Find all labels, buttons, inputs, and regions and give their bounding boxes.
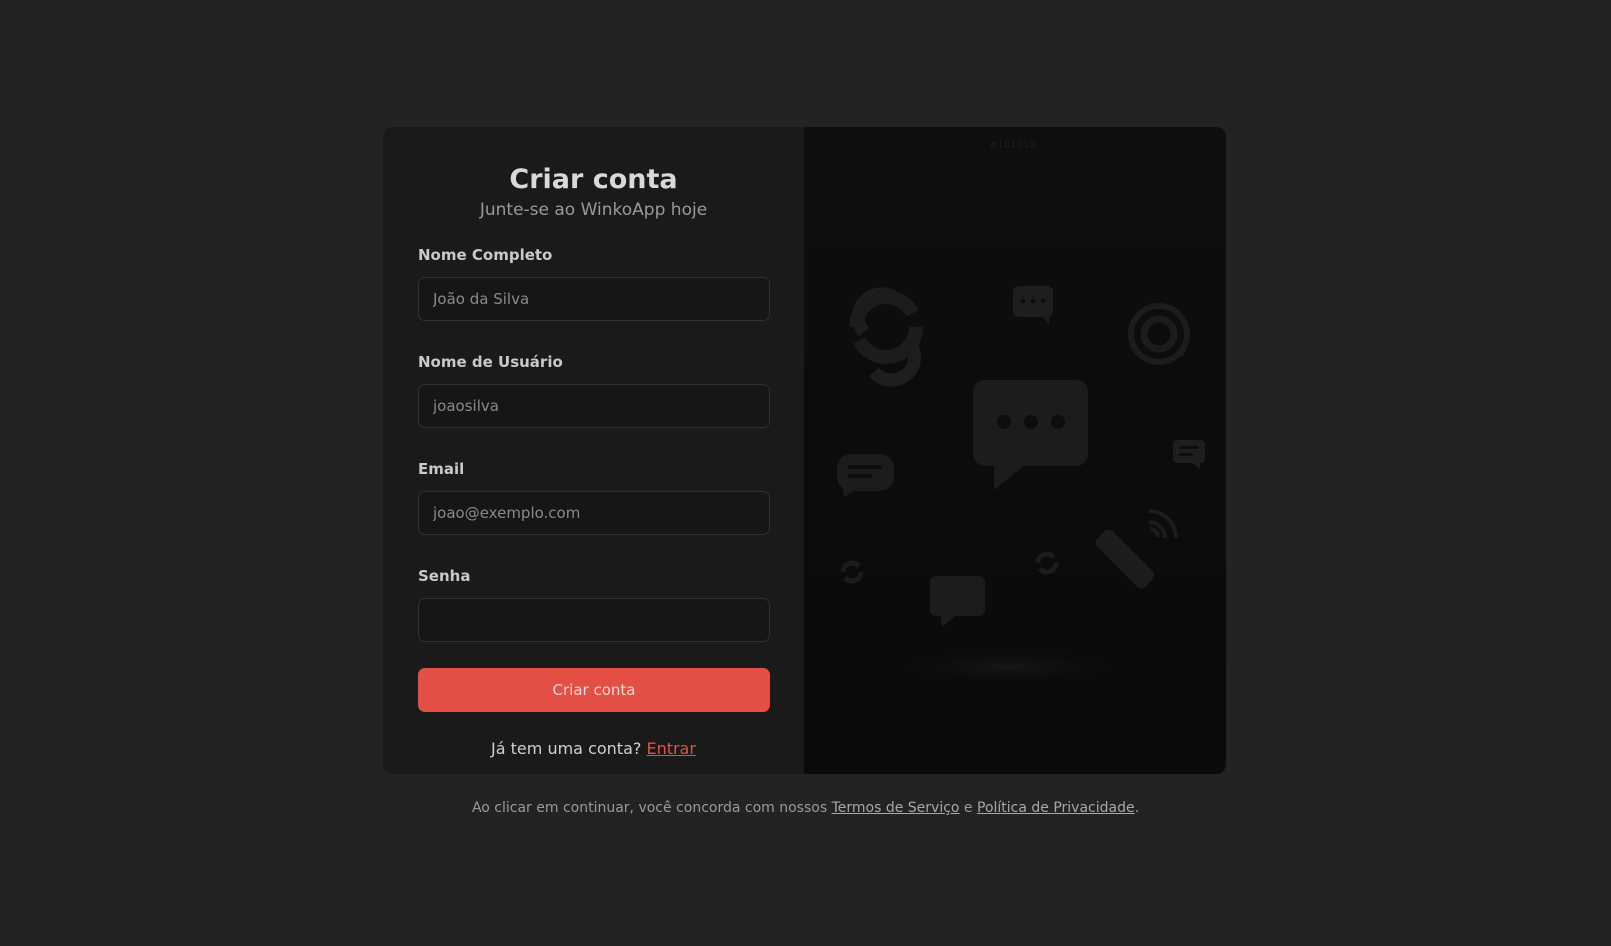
- login-prompt: Já tem uma conta? Entrar: [418, 739, 769, 758]
- password-group: Senha: [418, 566, 770, 642]
- page-title: Criar conta: [509, 164, 678, 195]
- terms-link[interactable]: Termos de Serviço: [832, 800, 960, 816]
- chat-bubble-icon: [1013, 286, 1053, 324]
- footer-prefix: Ao clicar em continuar, você concorda co…: [471, 800, 828, 816]
- illustration: [837, 286, 1205, 685]
- username-label: Nome de Usuário: [418, 353, 563, 371]
- footer-conjunction: e: [963, 800, 973, 816]
- page-subtitle: Junte-se ao WinkoApp hoje: [479, 200, 708, 220]
- message-icon: [837, 454, 894, 497]
- chat-bubble-large-icon: [973, 380, 1088, 490]
- message-small-icon: [1173, 440, 1205, 469]
- full-name-group: Nome Completo: [418, 245, 770, 321]
- illustration-panel: #101010: [804, 127, 1226, 774]
- refresh-small-icon: [840, 560, 864, 584]
- username-input[interactable]: [418, 384, 770, 428]
- full-name-label: Nome Completo: [418, 246, 553, 264]
- email-input[interactable]: [418, 491, 770, 535]
- sync-icon: [1128, 303, 1190, 365]
- phone-icon: [1095, 509, 1178, 589]
- create-account-button[interactable]: Criar conta: [418, 668, 770, 712]
- chat-bubble-small-icon: [930, 576, 985, 627]
- refresh-small-icon-2: [1035, 551, 1059, 575]
- terms-footer: Ao clicar em continuar, você concorda co…: [0, 800, 1611, 816]
- password-label: Senha: [418, 567, 471, 585]
- footer-suffix: .: [1134, 800, 1140, 816]
- login-prompt-text: Já tem uma conta?: [491, 739, 642, 758]
- full-name-input[interactable]: [418, 277, 770, 321]
- login-link[interactable]: Entrar: [646, 739, 695, 758]
- email-group: Email: [418, 459, 770, 535]
- password-input[interactable]: [418, 598, 770, 642]
- signup-card: Criar conta Junte-se ao WinkoApp hoje No…: [383, 127, 1226, 774]
- email-label: Email: [418, 460, 465, 478]
- username-group: Nome de Usuário: [418, 352, 770, 428]
- privacy-link[interactable]: Política de Privacidade: [977, 800, 1135, 816]
- signup-form-panel: Criar conta Junte-se ao WinkoApp hoje No…: [383, 127, 804, 774]
